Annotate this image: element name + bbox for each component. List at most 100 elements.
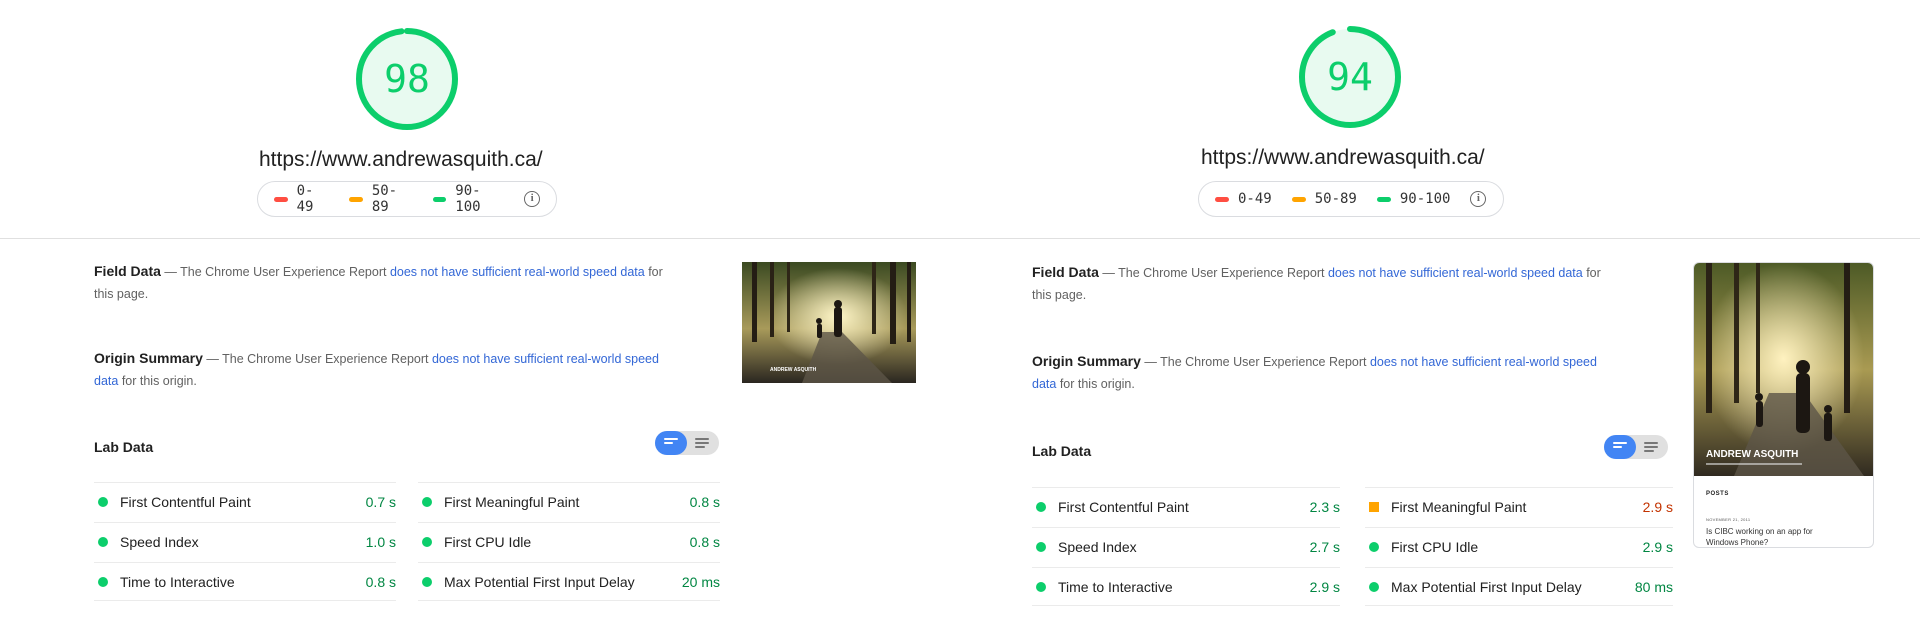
field-data-title: Field Data [94,263,161,279]
screenshot-image: ANDREW ASQUITH [1694,263,1873,476]
metric-label: First Meaningful Paint [1391,499,1527,515]
metric-row: Max Potential First Input Delay 20 ms [418,562,720,601]
metric-label: First Meaningful Paint [444,494,580,510]
lab-data-title: Lab Data [94,439,154,455]
compact-view-icon [664,438,678,448]
metric-value: 20 ms [681,573,720,590]
field-data-section: Field Data — The Chrome User Experience … [1032,261,1612,306]
legend-pass-label: 90-100 [1399,191,1451,207]
metric-view-toggle[interactable] [1604,435,1668,459]
score-gauge: 94 [1297,24,1403,130]
origin-summary-section: Origin Summary — The Chrome User Experie… [1032,350,1612,395]
legend-average-label: 50-89 [371,183,398,215]
legend-fail-label: 0-49 [296,183,314,215]
report-url: https://www.andrewasquith.ca/ [1201,146,1485,169]
metric-row: Max Potential First Input Delay 80 ms [1365,567,1673,606]
metric-label: First CPU Idle [1391,539,1479,555]
metric-row: First Contentful Paint 0.7 s [94,482,396,521]
metric-value: 2.9 s [1309,578,1340,595]
expanded-view-icon[interactable] [695,438,709,448]
page-screenshot-mobile: ANDREW ASQUITH POSTS NOVEMBER 21, 2011 I… [1693,262,1874,548]
metric-row: Speed Index 1.0 s [94,522,396,561]
screenshot-heading: ANDREW ASQUITH [770,367,817,373]
legend-fail: 0-49 [1215,191,1272,207]
pass-dot-icon [98,576,108,587]
score-legend: 0-49 50-89 90-100 i [1198,181,1504,217]
legend-pass-label: 90-100 [455,183,481,215]
legend-pass: 90-100 [432,183,505,215]
metric-label: Time to Interactive [1058,578,1173,595]
screenshot-post-title: Is CIBC working on an app for Windows Ph… [1706,527,1813,547]
legend-average-swatch [349,196,363,202]
score-value: 94 [1327,55,1373,99]
info-icon[interactable]: i [524,191,540,207]
pass-dot-icon [98,537,108,547]
pass-dot-icon [98,497,108,507]
metric-value: 0.8 s [689,494,720,510]
metric-row: Time to Interactive 2.9 s [1032,567,1340,606]
pass-dot-icon [1036,542,1046,552]
metric-label: Max Potential First Input Delay [444,573,635,590]
field-data-section: Field Data — The Chrome User Experience … [94,260,674,305]
metric-row: First CPU Idle 0.8 s [418,522,720,561]
screenshot-post-date: NOVEMBER 21, 2011 [1706,517,1751,522]
metric-row: First Contentful Paint 2.3 s [1032,487,1340,526]
legend-fail-swatch [1215,196,1229,202]
metric-value: 2.7 s [1309,539,1340,555]
origin-summary-pre: — The Chrome User Experience Report [202,352,432,366]
metric-label: First Contentful Paint [1058,499,1189,515]
metric-label: Time to Interactive [120,573,235,590]
field-data-pre: — The Chrome User Experience Report [1098,266,1328,280]
info-icon[interactable]: i [1470,191,1487,207]
legend-average: 50-89 [349,183,412,215]
legend-pass-swatch [1376,196,1391,202]
metric-value: 0.7 s [365,494,396,510]
origin-summary-post: for this origin. [118,374,197,388]
origin-summary-section: Origin Summary — The Chrome User Experie… [94,347,674,392]
metric-row: First CPU Idle 2.9 s [1365,527,1673,566]
pass-dot-icon [422,537,432,547]
metric-row: First Meaningful Paint 2.9 s [1365,487,1673,526]
pass-dot-icon [422,576,432,587]
screenshot-section-label: POSTS [1706,491,1729,497]
average-square-icon [1369,502,1379,512]
legend-average-label: 50-89 [1314,191,1357,207]
screenshot-image: ANDREW ASQUITH [742,262,916,383]
metric-value: 80 ms [1634,578,1673,595]
compact-view-icon [1613,442,1627,452]
field-data-title: Field Data [1032,264,1099,280]
legend-average: 50-89 [1291,191,1357,207]
metric-label: Max Potential First Input Delay [1391,578,1582,595]
legend-fail-label: 0-49 [1238,191,1272,207]
report-desktop: 98 https://www.andrewasquith.ca/ 0-49 50… [0,0,960,620]
score-value: 98 [384,57,430,101]
legend-fail-swatch [274,196,288,202]
metric-value: 0.8 s [365,573,396,590]
pass-dot-icon [1036,502,1046,512]
legend-fail: 0-49 [274,183,329,215]
metric-label: Speed Index [1058,539,1137,555]
pass-dot-icon [1369,581,1379,592]
metric-value: 2.9 s [1642,499,1673,515]
legend-pass: 90-100 [1376,191,1451,207]
page-screenshot-desktop: ANDREW ASQUITH [742,262,916,383]
metric-row: First Meaningful Paint 0.8 s [418,482,720,521]
origin-summary-title: Origin Summary [94,350,203,366]
metric-view-toggle[interactable] [655,431,719,455]
metric-label: First CPU Idle [444,534,532,550]
pass-dot-icon [1369,542,1379,552]
metric-row: Time to Interactive 0.8 s [94,562,396,601]
field-data-link[interactable]: does not have sufficient real-world spee… [390,265,645,279]
origin-summary-pre: — The Chrome User Experience Report [1140,355,1370,369]
report-url: https://www.andrewasquith.ca/ [259,148,543,171]
score-legend: 0-49 50-89 90-100 i [257,181,557,217]
metric-value: 2.3 s [1309,499,1340,515]
legend-average-swatch [1291,196,1306,202]
expanded-view-icon[interactable] [1644,442,1658,452]
metric-label: First Contentful Paint [120,494,251,510]
field-data-link[interactable]: does not have sufficient real-world spee… [1328,266,1583,280]
metric-value: 0.8 s [689,534,720,550]
metric-value: 1.0 s [365,534,396,550]
origin-summary-post: for this origin. [1056,377,1135,391]
metric-row: Speed Index 2.7 s [1032,527,1340,566]
